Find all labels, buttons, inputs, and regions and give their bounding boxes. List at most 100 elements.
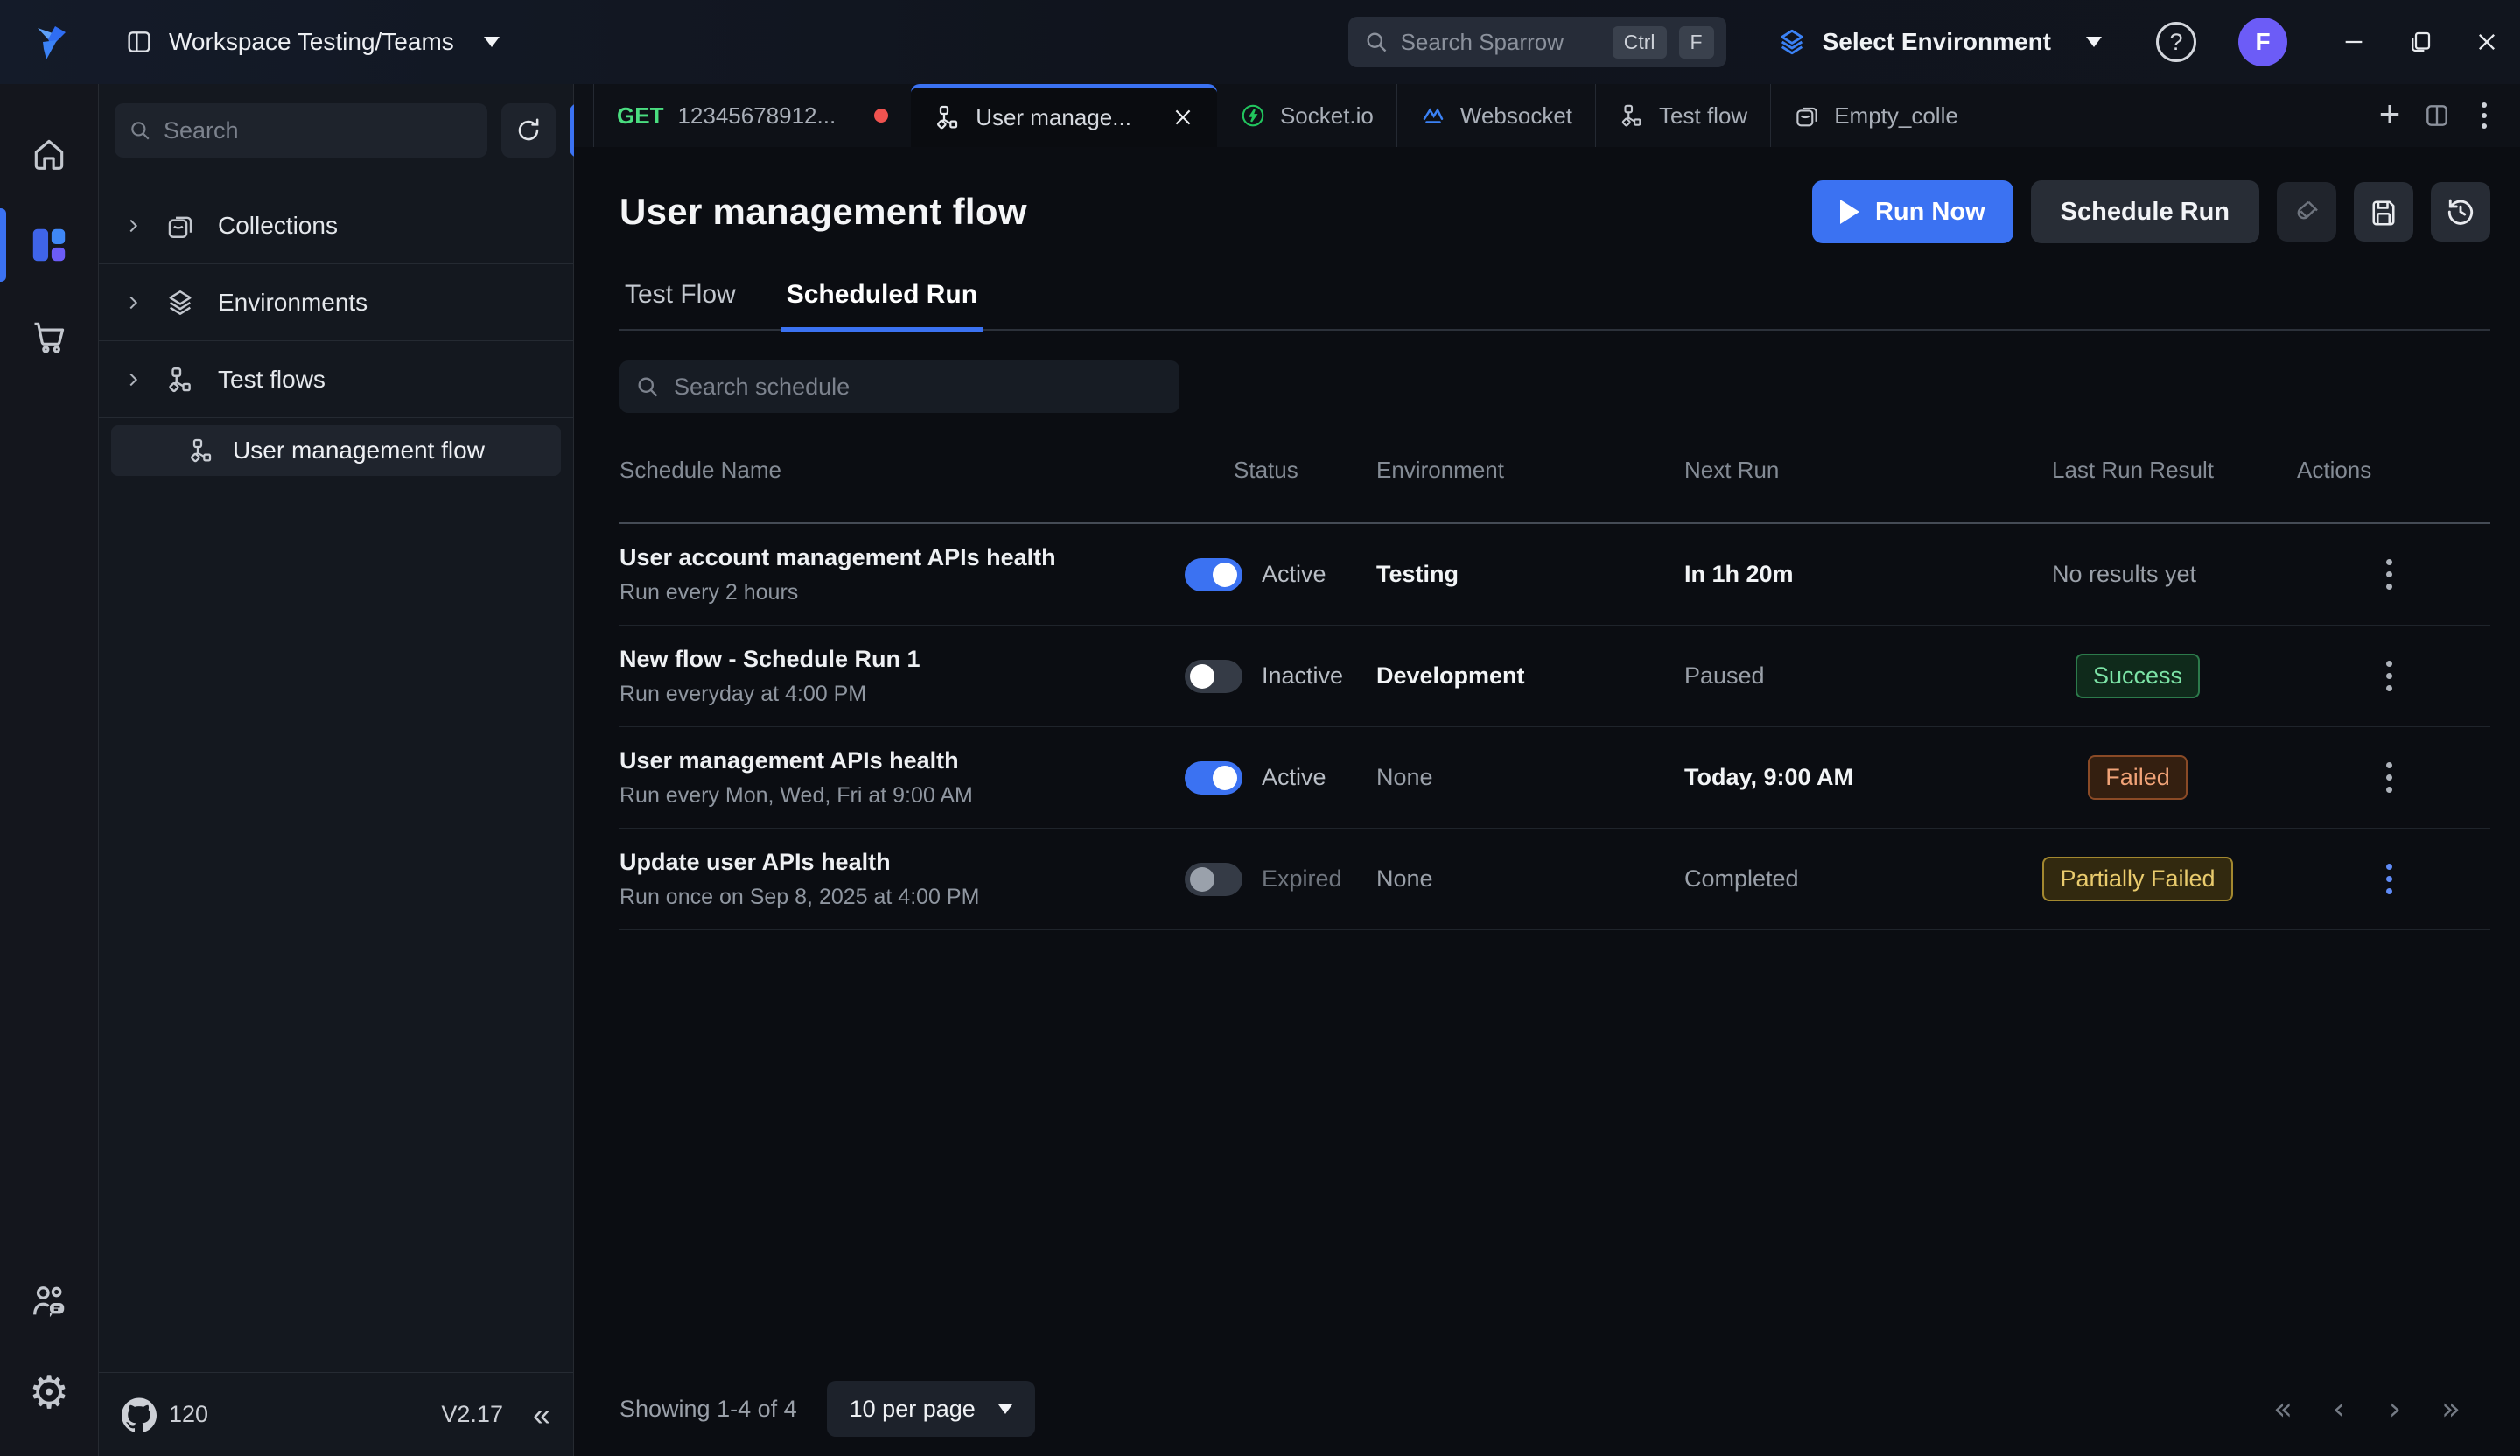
prev-page-button[interactable]: ‹ <box>2320 1391 2357 1427</box>
minimize-button[interactable] <box>2320 0 2387 84</box>
page-size-select[interactable]: 10 per page <box>827 1381 1035 1437</box>
tree-item-user-management-flow[interactable]: User management flow <box>111 425 561 476</box>
col-status: Status <box>1185 457 1376 484</box>
restore-button[interactable] <box>2387 0 2454 84</box>
next-page-button[interactable]: › <box>2376 1391 2413 1427</box>
rail-item-home[interactable] <box>0 108 99 200</box>
rail-item-marketplace[interactable] <box>0 290 99 382</box>
chevron-down-icon <box>2086 37 2102 47</box>
row-actions-menu[interactable] <box>2381 655 2398 696</box>
first-page-button[interactable]: « <box>2264 1391 2301 1427</box>
sidebar-search-input[interactable] <box>164 117 473 144</box>
global-search[interactable]: Ctrl F <box>1348 17 1726 67</box>
refresh-button[interactable] <box>501 103 556 158</box>
table-header: Schedule Name Status Environment Next Ru… <box>620 457 2490 524</box>
environment-selector[interactable]: Select Environment <box>1777 27 2102 57</box>
tab-options-button[interactable] <box>2460 84 2508 147</box>
new-tab-button[interactable]: + <box>2366 84 2413 147</box>
status-toggle[interactable] <box>1185 558 1242 592</box>
status-toggle[interactable] <box>1185 863 1242 896</box>
history-button[interactable] <box>2431 182 2490 242</box>
tab-user-management-flow[interactable]: User manage... <box>911 84 1217 147</box>
collapse-sidebar-button[interactable]: « <box>533 1399 550 1431</box>
flow-content: User management flow Run Now Schedule Ru… <box>574 147 2520 1456</box>
tree-item-label: Collections <box>218 212 338 240</box>
row-actions-menu[interactable] <box>2381 858 2398 900</box>
status-label: Active <box>1262 764 1326 791</box>
tree-item-collections[interactable]: Collections <box>99 187 573 264</box>
collections-icon <box>165 211 195 241</box>
tree-item-label: Environments <box>218 289 368 317</box>
last-page-button[interactable]: » <box>2432 1391 2469 1427</box>
tab-socketio[interactable]: Socket.io <box>1217 84 1396 147</box>
layers-icon <box>1777 27 1807 57</box>
help-label: ? <box>2169 29 2182 56</box>
more-vertical-icon <box>2482 102 2487 129</box>
split-view-button[interactable] <box>2413 84 2460 147</box>
environment-cell: None <box>1376 865 1684 892</box>
tab-scheduled-run[interactable]: Scheduled Run <box>781 280 983 332</box>
help-button[interactable]: ? <box>2156 22 2196 62</box>
rail-item-community[interactable] <box>0 1256 99 1348</box>
table-row: User management APIs health Run every Mo… <box>620 727 2490 829</box>
tab-empty-collection[interactable]: Empty_colle <box>1770 84 1981 147</box>
row-actions-menu[interactable] <box>2381 757 2398 798</box>
run-now-button[interactable]: Run Now <box>1812 180 2013 243</box>
schedule-frequency: Run once on Sep 8, 2025 at 4:00 PM <box>620 885 1185 910</box>
community-icon <box>29 1282 69 1322</box>
close-tab-icon[interactable] <box>1172 106 1194 129</box>
github-stats[interactable]: 120 <box>122 1397 208 1432</box>
row-actions-menu[interactable] <box>2381 554 2398 595</box>
flow-icon <box>187 437 215 465</box>
tab-test-flow-view[interactable]: Test Flow <box>620 280 741 332</box>
avatar-initial: F <box>2255 28 2270 56</box>
rail-item-settings[interactable]: ⚙ <box>0 1348 99 1438</box>
status-toggle[interactable] <box>1185 660 1242 693</box>
save-button[interactable] <box>2354 182 2413 242</box>
tree-item-test-flows[interactable]: Test flows <box>99 341 573 418</box>
next-run-cell: Today, 9:00 AM <box>1684 764 2052 791</box>
tab-rest-request[interactable]: GET 12345678912... <box>593 84 911 147</box>
clean-canvas-button[interactable] <box>2277 182 2336 242</box>
f-keycap: F <box>1679 26 1714 59</box>
restore-icon <box>2407 29 2433 55</box>
chevron-right-icon <box>123 370 143 389</box>
search-icon <box>129 119 151 142</box>
tree-item-environments[interactable]: Environments <box>99 264 573 341</box>
col-schedule-name: Schedule Name <box>620 457 1185 484</box>
schedule-run-button[interactable]: Schedule Run <box>2031 180 2259 243</box>
rail-item-workspace[interactable] <box>0 200 99 290</box>
sidebar-rail: ⚙ <box>0 84 99 1456</box>
workspace-label: Workspace Testing/Teams <box>169 28 454 56</box>
schedule-search-input[interactable] <box>674 374 1164 401</box>
flow-icon <box>165 365 195 395</box>
last-run-result-cell: Success <box>2052 654 2297 698</box>
table-row: User account management APIs health Run … <box>620 524 2490 626</box>
status-label: Active <box>1262 561 1326 588</box>
github-star-count: 120 <box>169 1401 208 1428</box>
close-button[interactable] <box>2454 0 2520 84</box>
schedule-name: User management APIs health <box>620 747 1185 774</box>
titlebar: Workspace Testing/Teams Ctrl F Select En… <box>0 0 2520 84</box>
pagination: « ‹ › » <box>2264 1391 2490 1427</box>
table-footer: Showing 1-4 of 4 10 per page « ‹ › » <box>620 1381 2490 1437</box>
tab-websocket[interactable]: Websocket <box>1396 84 1595 147</box>
schedule-search[interactable] <box>620 360 1180 413</box>
workspace-selector[interactable]: Workspace Testing/Teams <box>125 28 500 56</box>
tab-label: Test flow <box>1659 102 1747 130</box>
avatar[interactable]: F <box>2238 18 2287 66</box>
next-run-cell: Paused <box>1684 662 2052 690</box>
split-view-icon <box>2423 102 2451 130</box>
global-search-input[interactable] <box>1401 29 1600 56</box>
showing-label: Showing 1-4 of 4 <box>620 1396 797 1423</box>
tabstrip: GET 12345678912... User manage... Socket… <box>574 84 2520 147</box>
status-label: Inactive <box>1262 662 1343 690</box>
flow-view-tabs: Test Flow Scheduled Run <box>620 280 2490 331</box>
next-run-cell: Completed <box>1684 865 2052 892</box>
tab-test-flow[interactable]: Test flow <box>1595 84 1770 147</box>
flow-icon <box>1619 102 1645 129</box>
sidebar-search[interactable] <box>115 103 487 158</box>
refresh-icon <box>514 116 542 144</box>
status-toggle[interactable] <box>1185 761 1242 794</box>
next-run-cell: In 1h 20m <box>1684 561 2052 588</box>
